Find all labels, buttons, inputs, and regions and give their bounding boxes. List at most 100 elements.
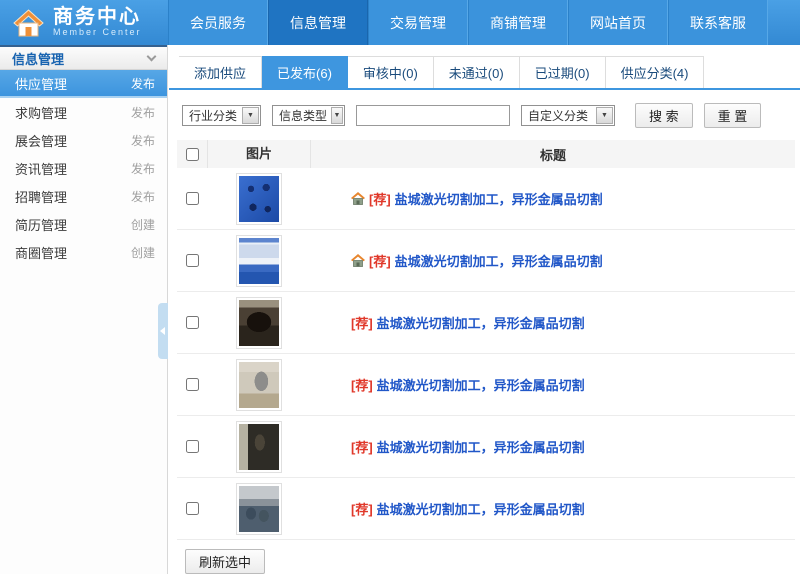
recommend-badge: [荐] (369, 192, 391, 207)
sidebar-item-action[interactable]: 发布 (131, 104, 155, 121)
sidebar-item[interactable]: 简历管理 创建 (0, 210, 167, 238)
home-icon (351, 192, 365, 205)
tab[interactable]: 供应分类(4) (605, 56, 705, 88)
refresh-selected-button[interactable]: 刷新选中 (185, 549, 266, 574)
row-checkbox[interactable] (185, 254, 199, 267)
recommend-badge: [荐] (351, 316, 373, 331)
chevron-down-icon (146, 51, 157, 61)
dropdown-arrow-icon[interactable]: ▼ (596, 107, 613, 124)
tab[interactable]: 未通过(0) (433, 56, 520, 88)
home-icon (351, 254, 365, 267)
nav-item-label: 交易管理 (390, 14, 446, 31)
nav-item[interactable]: 联系客服 (668, 0, 768, 45)
filter-bar: 行业分类 ▼ 信息类型 ▼ 自定义分类 ▼ 搜 索 重 置 (169, 90, 800, 139)
sidebar-item[interactable]: 供应管理 发布 (0, 70, 167, 98)
tab[interactable]: 已发布(6) (262, 56, 348, 88)
tab[interactable]: 添加供应 (179, 56, 263, 88)
sidebar-item[interactable]: 招聘管理 发布 (0, 182, 167, 210)
industry-category-select[interactable]: 行业分类 ▼ (182, 105, 261, 126)
nav-item[interactable]: 会员服务 (168, 0, 268, 45)
sidebar-item-label: 招聘管理 (15, 189, 68, 205)
search-button[interactable]: 搜 索 (635, 103, 693, 128)
row-checkbox[interactable] (185, 502, 199, 515)
recommend-badge: [荐] (351, 378, 373, 393)
tab-bar: 添加供应 已发布(6) 审核中(0) 未通过(0) 已过期(0) 供应分类(4) (169, 56, 800, 90)
row-title-link[interactable]: 盐城激光切割加工，异形金属品切割 (377, 499, 585, 518)
table-row: [荐] 盐城激光切割加工，异形金属品切割 (177, 416, 795, 478)
row-checkbox[interactable] (185, 192, 199, 205)
app-title: 商务中心 (53, 6, 141, 28)
row-thumbnail[interactable] (236, 234, 282, 287)
sidebar-item-action[interactable]: 发布 (131, 160, 155, 177)
nav-item[interactable]: 网站首页 (568, 0, 668, 45)
row-checkbox[interactable] (185, 316, 199, 329)
sidebar-item-label: 简历管理 (15, 217, 68, 233)
sidebar-item-action[interactable]: 发布 (131, 132, 155, 149)
recommend-badge: [荐] (351, 440, 373, 455)
row-thumbnail[interactable] (236, 420, 282, 473)
row-title-link[interactable]: 盐城激光切割加工，异形金属品切割 (377, 313, 585, 332)
keyword-input[interactable] (356, 105, 510, 126)
row-thumbnail[interactable] (236, 172, 282, 225)
home-logo-icon (13, 8, 44, 36)
row-title-link[interactable]: 盐城激光切割加工，异形金属品切割 (395, 189, 603, 208)
dropdown-arrow-icon[interactable]: ▼ (242, 107, 259, 124)
custom-category-value: 自定义分类 (528, 109, 589, 123)
row-checkbox[interactable] (185, 440, 199, 453)
row-thumbnail[interactable] (236, 482, 282, 535)
industry-category-value: 行业分类 (189, 109, 238, 123)
tab[interactable]: 审核中(0) (347, 56, 434, 88)
table-row: [荐] 盐城激光切割加工，异形金属品切割 (177, 478, 795, 540)
row-checkbox[interactable] (185, 378, 199, 391)
sidebar-item-label: 求购管理 (15, 105, 68, 121)
sidebar-collapse-handle[interactable] (158, 303, 168, 359)
nav-item-label: 商铺管理 (490, 14, 546, 31)
nav-item[interactable]: 商铺管理 (468, 0, 568, 45)
row-thumbnail[interactable] (236, 358, 282, 411)
sidebar-header[interactable]: 信息管理 (0, 45, 167, 70)
main-content: 添加供应 已发布(6) 审核中(0) 未通过(0) 已过期(0) 供应分类(4) 行业分类… (169, 45, 800, 574)
results-table: 图片 标题 [荐] 盐城激光切割加工，异形金属品切割 [荐] 盐城激光切割加工，… (177, 140, 795, 574)
tab[interactable]: 已过期(0) (519, 56, 606, 88)
sidebar-item[interactable]: 资讯管理 发布 (0, 154, 167, 182)
nav-item[interactable]: 交易管理 (368, 0, 468, 45)
info-type-select[interactable]: 信息类型 ▼ (272, 105, 345, 126)
reset-button[interactable]: 重 置 (703, 103, 762, 128)
tab-label: 审核中(0) (362, 66, 418, 81)
nav-item[interactable]: 信息管理 (268, 0, 368, 45)
sidebar-menu: 供应管理 发布 求购管理 发布 展会管理 发布 资讯管理 发布 招聘管理 发布 … (0, 70, 167, 266)
tab-label: 已过期(0) (534, 66, 590, 81)
sidebar-item[interactable]: 商圈管理 创建 (0, 238, 167, 266)
nav-item-label: 会员服务 (190, 14, 246, 31)
table-footer: 刷新选中 (177, 540, 795, 574)
select-all-checkbox[interactable] (185, 147, 199, 161)
info-type-value: 信息类型 (279, 109, 328, 123)
tab-label: 供应分类(4) (620, 66, 689, 81)
sidebar-item-action[interactable]: 创建 (131, 216, 155, 233)
recommend-badge: [荐] (351, 502, 373, 517)
app-logo: 商务中心 Member Center (0, 0, 168, 45)
table-row: [荐] 盐城激光切割加工，异形金属品切割 (177, 230, 795, 292)
tab-label: 未通过(0) (448, 66, 504, 81)
sidebar-item-action[interactable]: 发布 (131, 188, 155, 205)
nav-item-label: 信息管理 (290, 14, 346, 31)
sidebar-item-label: 供应管理 (15, 76, 68, 92)
row-thumbnail[interactable] (236, 296, 282, 349)
table-row: [荐] 盐城激光切割加工，异形金属品切割 (177, 168, 795, 230)
row-title-link[interactable]: 盐城激光切割加工，异形金属品切割 (377, 437, 585, 456)
table-row: [荐] 盐城激光切割加工，异形金属品切割 (177, 354, 795, 416)
row-title-link[interactable]: 盐城激光切割加工，异形金属品切割 (377, 375, 585, 394)
column-header-title: 标题 (539, 147, 566, 163)
column-header-image: 图片 (207, 140, 311, 168)
sidebar-item-action[interactable]: 创建 (131, 244, 155, 261)
sidebar-item-action[interactable]: 发布 (131, 75, 155, 92)
nav-item-label: 联系客服 (690, 14, 746, 31)
row-title-link[interactable]: 盐城激光切割加工，异形金属品切割 (395, 251, 603, 270)
top-nav: 会员服务 信息管理 交易管理 商铺管理 网站首页 联系客服 (168, 0, 768, 45)
custom-category-select[interactable]: 自定义分类 ▼ (521, 105, 615, 126)
dropdown-arrow-icon[interactable]: ▼ (331, 107, 343, 124)
sidebar-item-label: 资讯管理 (15, 161, 68, 177)
sidebar-item[interactable]: 求购管理 发布 (0, 98, 167, 126)
top-header: 商务中心 Member Center 会员服务 信息管理 交易管理 商铺管理 网站首页 联… (0, 0, 800, 45)
sidebar-item[interactable]: 展会管理 发布 (0, 126, 167, 154)
